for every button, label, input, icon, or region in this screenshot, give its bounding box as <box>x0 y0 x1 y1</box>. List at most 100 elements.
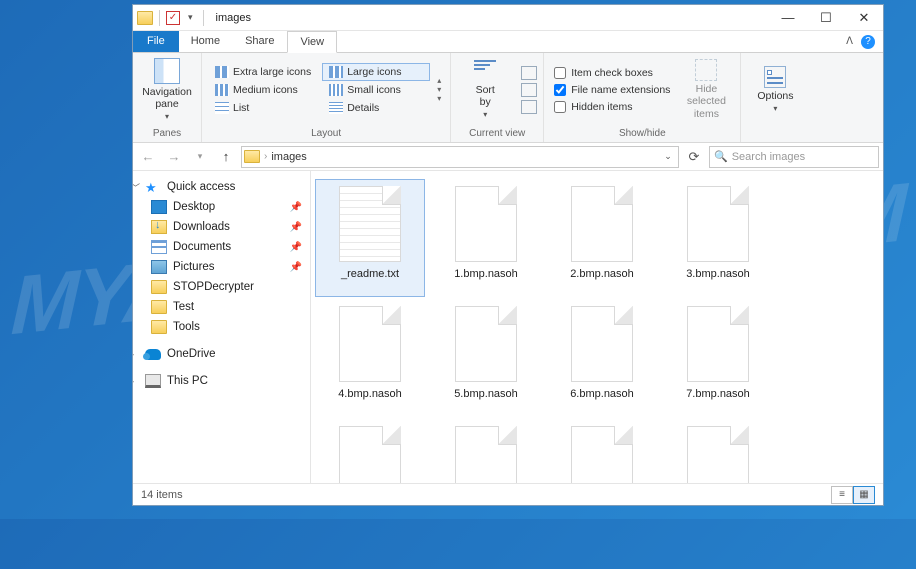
hidden-items-checkbox[interactable]: Hidden items <box>550 99 674 115</box>
folder-icon <box>151 320 167 334</box>
file-label: 5.bmp.nasoh <box>454 388 518 401</box>
layout-small-icons[interactable]: Small icons <box>322 81 430 99</box>
forward-button[interactable]: → <box>163 146 185 168</box>
ribbon-group-current-view: Sort by ▾ Current view <box>451 53 544 142</box>
close-button[interactable]: ✕ <box>845 5 883 31</box>
file-item[interactable] <box>547 419 657 483</box>
group-label-current-view: Current view <box>451 126 543 142</box>
refresh-button[interactable]: ⟳ <box>683 149 705 165</box>
address-bar[interactable]: › images ⌄ <box>241 146 679 168</box>
layout-details[interactable]: Details <box>322 99 430 117</box>
breadcrumb-current[interactable]: images <box>271 151 306 163</box>
pin-icon: 📌 <box>290 242 302 253</box>
file-label: 6.bmp.nasoh <box>570 388 634 401</box>
navigation-pane-icon <box>154 58 180 84</box>
file-icon <box>687 426 749 483</box>
pin-icon: 📌 <box>290 262 302 273</box>
options-icon <box>764 66 786 88</box>
help-icon[interactable]: ? <box>861 35 875 49</box>
search-input[interactable]: 🔍 Search images <box>709 146 879 168</box>
layout-large-icons[interactable]: Large icons <box>322 63 430 81</box>
hide-selected-items-button[interactable]: Hide selected items <box>678 59 734 119</box>
item-check-boxes-checkbox[interactable]: Item check boxes <box>550 65 674 81</box>
file-icon <box>687 186 749 262</box>
maximize-button[interactable]: ☐ <box>807 5 845 31</box>
layout-scroll[interactable]: ▴▾▾ <box>434 75 444 104</box>
sort-by-button[interactable]: Sort by ▾ <box>457 60 513 119</box>
small-icons-icon <box>329 84 343 96</box>
chevron-down-icon: ▾ <box>773 104 777 113</box>
file-item[interactable]: 4.bmp.nasoh <box>315 299 425 417</box>
layout-extra-large-icons[interactable]: Extra large icons <box>208 63 318 81</box>
folder-icon <box>137 11 153 25</box>
file-item[interactable] <box>663 419 773 483</box>
navigation-pane-button[interactable]: Navigation pane ▾ <box>139 58 195 121</box>
breadcrumb-separator: › <box>264 151 267 162</box>
up-button[interactable]: ↑ <box>215 146 237 168</box>
file-item[interactable]: 7.bmp.nasoh <box>663 299 773 417</box>
sidebar-quick-access[interactable]: ﹀★Quick access <box>133 177 310 197</box>
sidebar-item-pictures[interactable]: Pictures📌 <box>133 257 310 277</box>
item-count: 14 items <box>141 489 183 501</box>
pictures-icon <box>151 260 167 274</box>
sidebar-item-desktop[interactable]: Desktop📌 <box>133 197 310 217</box>
file-item[interactable]: 9.bmp.nasoh <box>431 419 541 483</box>
minimize-button[interactable]: — <box>769 5 807 31</box>
ribbon-group-show-hide: Item check boxes File name extensions Hi… <box>544 53 741 142</box>
tab-view[interactable]: View <box>287 31 337 53</box>
file-name-extensions-checkbox[interactable]: File name extensions <box>550 82 674 98</box>
tab-home[interactable]: Home <box>179 31 233 52</box>
file-label: _readme.txt <box>341 268 399 281</box>
window-title: images <box>210 12 251 24</box>
downloads-icon <box>151 220 167 234</box>
file-item[interactable]: 2.bmp.nasoh <box>547 179 657 297</box>
sidebar-item-folder[interactable]: Test <box>133 297 310 317</box>
recent-locations-button[interactable]: ▾ <box>189 146 211 168</box>
file-label: 4.bmp.nasoh <box>338 388 402 401</box>
tab-file[interactable]: File <box>133 31 179 52</box>
address-bar-row: ← → ▾ ↑ › images ⌄ ⟳ 🔍 Search images <box>133 143 883 171</box>
details-icon <box>329 102 343 114</box>
address-dropdown-icon[interactable]: ⌄ <box>660 151 676 162</box>
status-bar: 14 items ≡ ▦ <box>133 483 883 505</box>
medium-icons-icon <box>215 84 229 96</box>
file-item[interactable]: 6.bmp.nasoh <box>547 299 657 417</box>
tab-share[interactable]: Share <box>233 31 287 52</box>
file-item[interactable]: 5.bmp.nasoh <box>431 299 541 417</box>
file-label: 2.bmp.nasoh <box>570 268 634 281</box>
separator <box>203 10 204 26</box>
chevron-down-icon: ▾ <box>165 112 169 121</box>
layout-list[interactable]: List <box>208 99 318 117</box>
sidebar-this-pc[interactable]: ›This PC <box>133 371 310 391</box>
qat-properties-icon[interactable]: ✓ <box>166 11 180 25</box>
file-item[interactable]: 1.bmp.nasoh <box>431 179 541 297</box>
options-button[interactable]: Options ▾ <box>747 66 803 113</box>
view-details-button[interactable]: ≡ <box>831 486 853 504</box>
sidebar-item-folder[interactable]: STOPDecrypter <box>133 277 310 297</box>
view-icons-button[interactable]: ▦ <box>853 486 875 504</box>
qat-dropdown-icon[interactable]: ▾ <box>184 12 197 23</box>
pin-icon: 📌 <box>290 222 302 233</box>
hide-selected-icon <box>695 59 717 81</box>
file-item[interactable]: 8.bmp.nasoh <box>315 419 425 483</box>
add-columns-icon[interactable] <box>521 83 537 97</box>
file-list[interactable]: _readme.txt 1.bmp.nasoh 2.bmp.nasoh 3.bmp.n… <box>311 171 883 483</box>
layout-medium-icons[interactable]: Medium icons <box>208 81 318 99</box>
group-label-show-hide: Show/hide <box>544 126 740 142</box>
group-by-icon[interactable] <box>521 66 537 80</box>
sidebar-onedrive[interactable]: ›OneDrive <box>133 345 310 363</box>
size-columns-icon[interactable] <box>521 100 537 114</box>
sidebar-item-folder[interactable]: Tools <box>133 317 310 337</box>
ribbon-collapse-icon[interactable]: ᐱ <box>846 36 853 47</box>
folder-icon <box>151 300 167 314</box>
sidebar-item-documents[interactable]: Documents📌 <box>133 237 310 257</box>
sidebar-item-downloads[interactable]: Downloads📌 <box>133 217 310 237</box>
large-icons-icon <box>329 66 343 78</box>
back-button[interactable]: ← <box>137 146 159 168</box>
folder-icon <box>244 150 260 163</box>
file-item[interactable]: _readme.txt <box>315 179 425 297</box>
search-icon: 🔍 <box>714 150 728 163</box>
file-item[interactable]: 3.bmp.nasoh <box>663 179 773 297</box>
list-icon <box>215 102 229 114</box>
text-file-icon <box>339 186 401 262</box>
